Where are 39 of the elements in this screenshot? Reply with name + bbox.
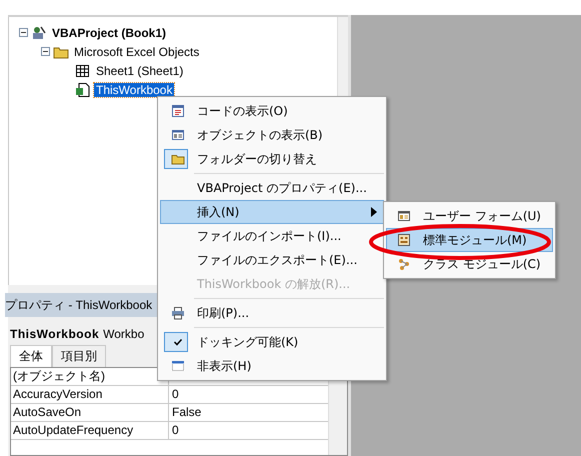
- module-icon: [397, 233, 411, 247]
- menu-item[interactable]: フォルダーの切り替え: [160, 147, 384, 171]
- collapse-toggle-icon[interactable]: [19, 28, 28, 37]
- property-name: AutoUpdateFrequency: [11, 422, 169, 439]
- menu-item[interactable]: ファイルのエクスポート(E)...: [160, 248, 384, 272]
- menu-item[interactable]: 印刷(P)...: [160, 301, 384, 325]
- properties-tab[interactable]: 全体: [10, 345, 52, 367]
- menu-item[interactable]: ファイルのインポート(I)...: [160, 224, 384, 248]
- object-name: ThisWorkbook: [10, 327, 100, 341]
- property-value: 0: [172, 423, 179, 437]
- properties-tab[interactable]: 項目別: [52, 345, 106, 367]
- window-title: プロパティ - ThisWorkbook: [5, 296, 152, 314]
- menu-item[interactable]: VBAProject のプロパティ(E)...: [160, 176, 384, 200]
- property-value: False: [172, 405, 202, 419]
- form-window-icon: [171, 128, 185, 142]
- property-value: 0: [172, 387, 179, 401]
- menu-item[interactable]: コードの表示(O): [160, 99, 384, 123]
- form-window-icon: [397, 209, 411, 223]
- tree-item[interactable]: VBAProject (Book1): [50, 26, 168, 40]
- property-name: AccuracyVersion: [11, 386, 169, 403]
- menu-item[interactable]: オブジェクトの表示(B): [160, 123, 384, 147]
- property-name: AutoSaveOn: [11, 404, 169, 421]
- checkmark-icon: [173, 337, 183, 347]
- folder-icon: [171, 152, 185, 166]
- window-icon: [171, 359, 185, 373]
- workbook-icon: [75, 82, 91, 98]
- project-icon: [31, 24, 47, 40]
- tree-item[interactable]: ThisWorkbook: [94, 82, 174, 96]
- menu-item[interactable]: ドッキング可能(K): [160, 330, 384, 354]
- sheet-grid-icon: [75, 62, 91, 78]
- class-icon: [397, 257, 411, 271]
- menu-item[interactable]: クラス モジュール(C): [386, 252, 553, 276]
- code-window-icon: [171, 104, 185, 118]
- collapse-toggle-icon[interactable]: [41, 47, 50, 56]
- object-type: Workbo: [103, 327, 144, 341]
- printer-icon: [171, 306, 185, 320]
- tree-item[interactable]: Sheet1 (Sheet1): [94, 64, 186, 78]
- menu-item[interactable]: 挿入(N): [160, 200, 384, 224]
- tree-item[interactable]: Microsoft Excel Objects: [72, 44, 202, 58]
